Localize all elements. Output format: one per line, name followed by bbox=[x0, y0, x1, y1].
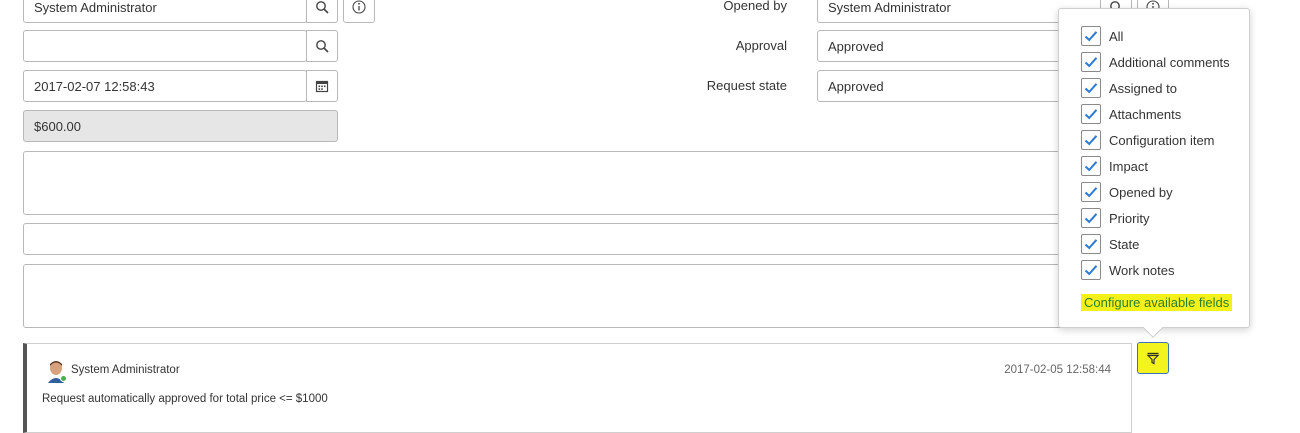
filter-option[interactable]: Opened by bbox=[1081, 179, 1230, 205]
popup-caret bbox=[1143, 318, 1163, 338]
checkmark-icon bbox=[1084, 109, 1098, 120]
checkbox[interactable] bbox=[1081, 26, 1101, 46]
requested-for-value: System Administrator bbox=[34, 0, 157, 15]
filter-option[interactable]: Additional comments bbox=[1081, 49, 1230, 75]
requested-for-field[interactable]: System Administrator bbox=[23, 0, 307, 23]
avatar bbox=[45, 359, 67, 383]
filter-option-label: All bbox=[1109, 28, 1124, 44]
checkmark-icon bbox=[1084, 83, 1098, 94]
search-icon bbox=[316, 1, 329, 14]
filter-option-label: Priority bbox=[1109, 210, 1150, 226]
checkbox[interactable] bbox=[1081, 156, 1101, 176]
request-state-value: Approved bbox=[828, 78, 884, 94]
filter-option-label: Attachments bbox=[1109, 106, 1182, 122]
calendar-button[interactable] bbox=[306, 70, 338, 102]
requested-for-info-button[interactable] bbox=[343, 0, 375, 23]
filter-option-label: State bbox=[1109, 236, 1140, 252]
checkmark-icon bbox=[1084, 57, 1098, 68]
opened-by-value: System Administrator bbox=[828, 0, 951, 15]
approval-value: Approved bbox=[828, 38, 884, 54]
filter-option[interactable]: Assigned to bbox=[1081, 75, 1230, 101]
filter-option-label: Additional comments bbox=[1109, 54, 1230, 70]
price-field: $600.00 bbox=[23, 110, 338, 142]
approval-label: Approval bbox=[735, 38, 787, 53]
filter-option-label: Opened by bbox=[1109, 184, 1173, 200]
presence-indicator bbox=[60, 375, 67, 382]
filter-option[interactable]: Impact bbox=[1081, 153, 1230, 179]
filter-icon bbox=[1146, 352, 1160, 365]
checkmark-icon bbox=[1084, 187, 1098, 198]
filter-option[interactable]: Priority bbox=[1081, 205, 1230, 231]
price-value: $600.00 bbox=[34, 118, 81, 134]
activity-filter-button[interactable] bbox=[1137, 342, 1169, 374]
filter-option[interactable]: All bbox=[1081, 23, 1230, 49]
location-lookup-button[interactable] bbox=[306, 30, 338, 62]
filter-option[interactable]: State bbox=[1081, 231, 1230, 257]
checkbox[interactable] bbox=[1081, 260, 1101, 280]
checkmark-icon bbox=[1084, 239, 1098, 250]
checkmark-icon bbox=[1084, 265, 1098, 276]
filter-option[interactable]: Configuration item bbox=[1081, 127, 1230, 153]
activity-message: Request automatically approved for total… bbox=[42, 393, 328, 405]
opened-by-label: Opened by bbox=[723, 0, 787, 13]
calendar-icon bbox=[315, 80, 329, 93]
checkbox[interactable] bbox=[1081, 52, 1101, 72]
filter-option-label: Configuration item bbox=[1109, 132, 1215, 148]
due-date-value: 2017-02-07 12:58:43 bbox=[34, 78, 155, 94]
work-notes-textarea[interactable] bbox=[23, 264, 1133, 328]
description-textarea[interactable] bbox=[23, 151, 1133, 215]
location-field[interactable] bbox=[23, 30, 307, 62]
filter-option[interactable]: Attachments bbox=[1081, 101, 1230, 127]
request-state-select[interactable]: Approved bbox=[817, 70, 1077, 102]
additional-comments-field[interactable] bbox=[23, 223, 1133, 255]
checkbox[interactable] bbox=[1081, 234, 1101, 254]
filter-option-label: Assigned to bbox=[1109, 80, 1177, 96]
filter-options-list: All Additional comments Assigned to Attachm… bbox=[1081, 23, 1230, 283]
configure-fields-link-wrap: Configure available fields bbox=[1081, 294, 1233, 311]
checkbox[interactable] bbox=[1081, 104, 1101, 124]
filter-option[interactable]: Work notes bbox=[1081, 257, 1230, 283]
info-icon bbox=[352, 0, 366, 14]
checkbox[interactable] bbox=[1081, 130, 1101, 150]
configure-available-fields-link[interactable]: Configure available fields bbox=[1081, 294, 1233, 311]
activity-author: System Administrator bbox=[71, 364, 180, 376]
filter-option-label: Work notes bbox=[1109, 262, 1175, 278]
filter-option-label: Impact bbox=[1109, 158, 1149, 174]
checkbox[interactable] bbox=[1081, 78, 1101, 98]
approval-select[interactable]: Approved bbox=[817, 30, 1077, 62]
requested-for-lookup-button[interactable] bbox=[306, 0, 338, 23]
checkbox[interactable] bbox=[1081, 182, 1101, 202]
checkmark-icon bbox=[1084, 213, 1098, 224]
search-icon bbox=[316, 40, 329, 53]
activity-filter-popup: All Additional comments Assigned to Attachm… bbox=[1058, 8, 1250, 338]
checkmark-icon bbox=[1084, 135, 1098, 146]
checkbox[interactable] bbox=[1081, 208, 1101, 228]
request-state-label: Request state bbox=[706, 78, 787, 93]
checkmark-icon bbox=[1084, 161, 1098, 172]
due-date-field[interactable]: 2017-02-07 12:58:43 bbox=[23, 70, 307, 102]
activity-timestamp: 2017-02-05 12:58:44 bbox=[1004, 364, 1111, 376]
checkmark-icon bbox=[1084, 31, 1098, 42]
